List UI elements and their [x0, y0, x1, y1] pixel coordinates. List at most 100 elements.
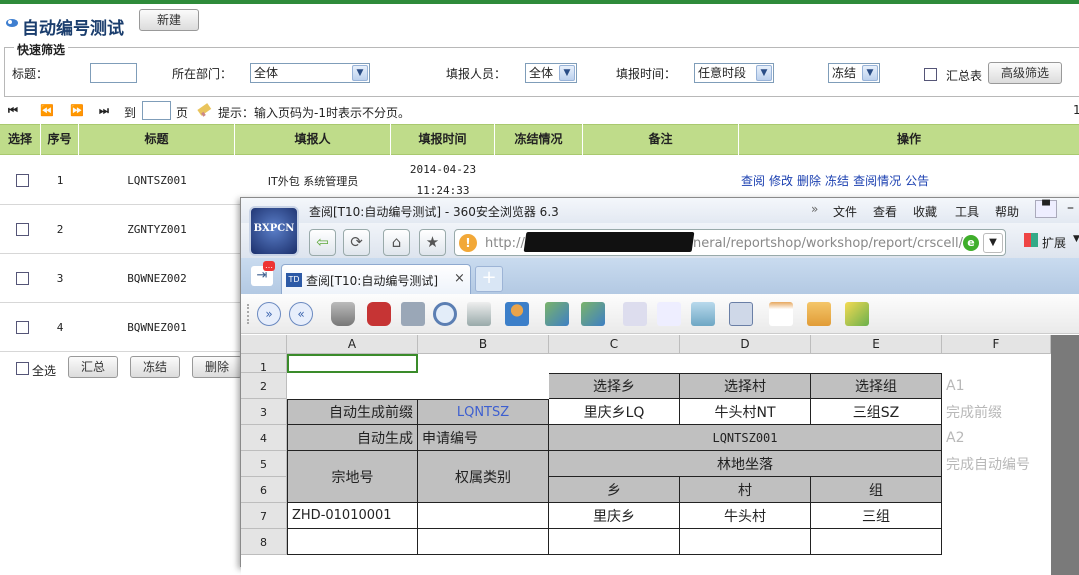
col-header-e[interactable]: E	[811, 335, 942, 354]
view-link[interactable]: 查阅	[741, 174, 765, 188]
row-header-8[interactable]: 8	[241, 529, 287, 555]
delete-link[interactable]: 删除	[797, 174, 821, 188]
cell-b7[interactable]	[418, 503, 549, 529]
freeze-link[interactable]: 冻结	[825, 174, 849, 188]
print-icon[interactable]	[467, 302, 491, 326]
sheet-scroll-area[interactable]	[1051, 335, 1079, 575]
export-icon[interactable]	[581, 302, 605, 326]
next-page-icon[interactable]: ⏩	[70, 104, 84, 117]
new-button[interactable]: 新建	[139, 9, 199, 31]
row-header-4[interactable]: 4	[241, 425, 287, 451]
freeze-select[interactable]: 冻结 ▼	[828, 63, 880, 83]
cell-b3[interactable]: LQNTSZ	[418, 399, 549, 425]
cell-d6[interactable]: 村	[680, 477, 811, 503]
cell-cde5[interactable]: 林地坐落	[549, 451, 942, 477]
cell-e6[interactable]: 组	[811, 477, 942, 503]
skin-icon[interactable]: ▀	[1035, 200, 1057, 218]
cell-f4[interactable]: A2	[942, 425, 1051, 451]
cell-c3[interactable]: 里庆乡LQ	[549, 399, 680, 425]
cell-cde4[interactable]: LQNTSZ001	[549, 425, 942, 451]
cell-a56[interactable]: 宗地号	[287, 451, 418, 503]
first-page-icon[interactable]: ⏮	[8, 104, 18, 118]
row-checkbox[interactable]	[16, 272, 29, 285]
col-header-b[interactable]: B	[418, 335, 549, 354]
prev-page-icon[interactable]: ⏪	[40, 104, 54, 117]
col-header-c[interactable]: C	[549, 335, 680, 354]
cell-e7[interactable]: 三组	[811, 503, 942, 529]
menu-view[interactable]: 查看	[873, 203, 897, 220]
row-checkbox[interactable]	[16, 223, 29, 236]
row-checkbox[interactable]	[16, 174, 29, 187]
cell-f2[interactable]: A1	[942, 373, 1051, 399]
filler-select[interactable]: 全体 ▼	[525, 63, 577, 83]
select-all-checkbox[interactable]	[16, 362, 29, 375]
time-select[interactable]: 任意时段 ▼	[694, 63, 774, 83]
chevron-down-icon[interactable]: ▼	[983, 233, 1003, 253]
page-number-input[interactable]	[142, 101, 171, 120]
row-header-5[interactable]: 5	[241, 451, 287, 477]
row-title[interactable]: LQNTSZ001	[79, 174, 235, 187]
announce-link[interactable]: 公告	[905, 174, 929, 188]
cell-a4[interactable]: 自动生成	[287, 425, 418, 451]
cell-c6[interactable]: 乡	[549, 477, 680, 503]
favorite-star-icon[interactable]: ★	[419, 229, 446, 256]
col-header-a[interactable]: A	[287, 335, 418, 354]
row-title[interactable]: BQWNEZ002	[79, 272, 235, 285]
summary-button[interactable]: 汇总	[68, 356, 118, 378]
chevron-down-icon[interactable]: ▼	[1073, 234, 1079, 244]
view-status-link[interactable]: 查阅情况	[853, 174, 901, 188]
menu-file[interactable]: 文件	[833, 203, 857, 220]
cell-c7[interactable]: 里庆乡	[549, 503, 680, 529]
row-header-2[interactable]: 2	[241, 373, 287, 399]
cell-a3[interactable]: 自动生成前缀	[287, 399, 418, 425]
menu-expand-icon[interactable]: »	[811, 202, 818, 216]
cell-f5[interactable]: 完成自动编号	[942, 451, 1051, 477]
cell-c8[interactable]	[549, 529, 680, 555]
database-icon[interactable]	[331, 302, 355, 326]
cell-b4[interactable]: 申请编号	[418, 425, 549, 451]
next-record-icon[interactable]: »	[257, 302, 281, 326]
freeze-button[interactable]: 冻结	[130, 356, 180, 378]
row-title[interactable]: BQWNEZ001	[79, 321, 235, 334]
cell-c2[interactable]: 选择乡	[549, 373, 680, 399]
last-page-icon[interactable]: ⏭	[99, 104, 109, 118]
window-icon[interactable]	[729, 302, 753, 326]
extension-label[interactable]: 扩展	[1042, 234, 1066, 251]
home-icon[interactable]: ⌂	[383, 229, 410, 256]
lock-icon[interactable]	[807, 302, 831, 326]
cell-b56[interactable]: 权属类别	[418, 451, 549, 503]
row-title[interactable]: ZGNTYZ001	[79, 223, 235, 236]
cell-d7[interactable]: 牛头村	[680, 503, 811, 529]
zoom-icon[interactable]	[433, 302, 457, 326]
cell-d3[interactable]: 牛头村NT	[680, 399, 811, 425]
document-icon[interactable]	[691, 302, 715, 326]
calendar-icon[interactable]	[769, 302, 793, 326]
col-header-f[interactable]: F	[942, 335, 1051, 354]
row-header-3[interactable]: 3	[241, 399, 287, 425]
delete-button[interactable]: 删除	[192, 356, 242, 378]
row-checkbox[interactable]	[16, 321, 29, 334]
cell-e2[interactable]: 选择组	[811, 373, 942, 399]
summary-checkbox[interactable]	[924, 68, 937, 81]
cell-d2[interactable]: 选择村	[680, 373, 811, 399]
row-header-1[interactable]: 1	[241, 354, 287, 374]
edit-link[interactable]: 修改	[769, 174, 793, 188]
back-icon[interactable]: ⇦	[309, 229, 336, 256]
import-icon[interactable]	[545, 302, 569, 326]
menu-help[interactable]: 帮助	[995, 203, 1019, 220]
cell-e8[interactable]	[811, 529, 942, 555]
map-icon[interactable]	[845, 302, 869, 326]
user-icon[interactable]	[505, 302, 529, 326]
menu-tools[interactable]: 工具	[955, 203, 979, 220]
url-input[interactable]: ! http:// neral/reportshop/workshop/repo…	[454, 229, 1006, 256]
advanced-filter-button[interactable]: 高级筛选	[988, 62, 1062, 84]
close-icon[interactable]: ×	[454, 271, 465, 286]
cell-e3[interactable]: 三组SZ	[811, 399, 942, 425]
new-tab-icon[interactable]: +	[475, 266, 503, 292]
tag-icon[interactable]	[657, 302, 681, 326]
prev-record-icon[interactable]: «	[289, 302, 313, 326]
cell-b8[interactable]	[418, 529, 549, 555]
menu-favorites[interactable]: 收藏	[913, 203, 937, 220]
row-header-6[interactable]: 6	[241, 477, 287, 503]
cell-a8[interactable]	[287, 529, 418, 555]
